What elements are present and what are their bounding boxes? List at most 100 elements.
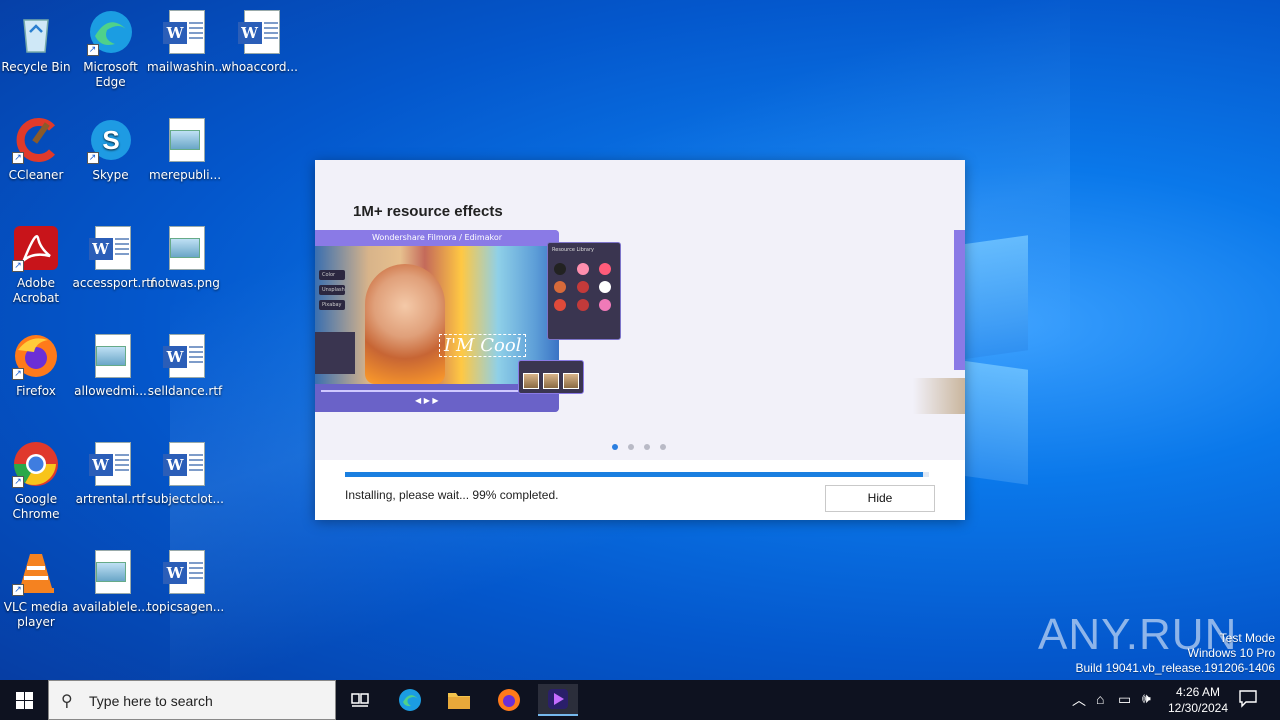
desktop-icon[interactable]: notwas.png xyxy=(147,224,223,291)
network-adapter-icon[interactable]: ⌂ xyxy=(1096,691,1104,707)
task-view-button[interactable] xyxy=(340,684,380,716)
mock-library-title: Resource Library xyxy=(552,247,595,253)
search-placeholder: Type here to search xyxy=(89,693,213,709)
network-icon[interactable]: ▭ xyxy=(1118,691,1131,708)
installer-app-icon xyxy=(548,689,568,709)
sticker-icon xyxy=(554,263,566,275)
word-doc-icon: W xyxy=(87,224,135,272)
shortcut-arrow-icon: ↗ xyxy=(12,476,24,488)
word-doc-icon: W xyxy=(161,332,209,380)
mock-side-item: Unsplash xyxy=(319,285,345,295)
mock-filter-popup xyxy=(518,360,584,394)
desktop-icon-label: artrental.rtf xyxy=(75,492,146,506)
clock-date: 12/30/2024 xyxy=(1167,701,1229,715)
carousel-dot[interactable] xyxy=(612,444,618,450)
chevron-up-icon[interactable]: ︿ xyxy=(1072,690,1086,710)
installer-carousel: 1M+ resource effects Wondershare Filmora… xyxy=(315,160,965,460)
mock-play-icon: ◀ ▶ ▶ xyxy=(415,396,439,405)
desktop-icon[interactable]: Wartrental.rtf xyxy=(73,440,149,507)
desktop-icon[interactable]: ↗ Microsoft Edge xyxy=(73,8,149,90)
hand-icon xyxy=(599,281,612,293)
taskbar-search-box[interactable]: ⚲ Type here to search xyxy=(48,680,336,720)
heart-icon xyxy=(599,263,612,275)
start-button[interactable] xyxy=(0,680,48,720)
recycle-bin-icon xyxy=(12,8,60,56)
desktop-icon[interactable]: Waccessport.rtf xyxy=(73,224,155,291)
desktop-icon[interactable]: ↗ CCleaner xyxy=(0,116,74,183)
desktop-icon[interactable]: Recycle Bin xyxy=(0,8,74,75)
install-progress-bar xyxy=(345,472,929,477)
image-file-icon xyxy=(161,224,209,272)
desktop-icon-label: topicsagen... xyxy=(147,600,225,614)
word-doc-icon: W xyxy=(161,548,209,596)
taskbar-installer-app[interactable] xyxy=(538,684,578,716)
mock-sticker-grid xyxy=(554,263,618,311)
desktop-icon[interactable]: S ↗ Skype xyxy=(73,116,149,183)
desktop-icon-label: notwas.png xyxy=(150,276,220,290)
slide-title: 1M+ resource effects xyxy=(353,203,503,220)
desktop-icon[interactable]: Wsubjectclot... xyxy=(147,440,224,507)
edge-icon: ↗ xyxy=(86,8,135,56)
desktop-icon-label: Recycle Bin xyxy=(1,60,71,74)
next-slide-peek xyxy=(954,230,965,370)
filter-thumb xyxy=(523,373,539,389)
taskbar-edge[interactable] xyxy=(390,684,430,716)
wallpaper-windows-logo xyxy=(960,235,1030,485)
desktop-icon[interactable]: ↗ VLC media player xyxy=(0,548,74,630)
desktop-icon-label: availablele... xyxy=(72,600,149,614)
svg-text:S: S xyxy=(102,125,119,155)
desktop-icon-label: Skype xyxy=(92,168,129,182)
build-line: Build 19041.vb_release.191206-1406 xyxy=(1075,661,1276,675)
word-doc-icon: W xyxy=(87,440,135,488)
desktop-icon[interactable]: ↗ Firefox xyxy=(0,332,74,399)
word-doc-icon: W xyxy=(161,8,209,56)
desktop-icon[interactable]: allowedmi... xyxy=(73,332,149,399)
firefox-icon xyxy=(498,689,520,711)
desktop-icon[interactable]: Wtopicsagen... xyxy=(147,548,225,615)
task-view-icon xyxy=(351,693,369,707)
carousel-dot[interactable] xyxy=(660,444,666,450)
shortcut-arrow-icon: ↗ xyxy=(12,152,24,164)
shortcut-arrow-icon: ↗ xyxy=(86,44,99,56)
desktop-icon-label: merepubli... xyxy=(148,168,222,182)
mock-thumbnail-panel xyxy=(315,332,355,374)
taskbar-firefox[interactable] xyxy=(489,684,529,716)
desktop-icon[interactable]: merepubli... xyxy=(147,116,223,183)
desktop-icon[interactable]: ↗ Adobe Acrobat xyxy=(0,224,74,306)
filter-thumb xyxy=(563,373,579,389)
test-mode-line: Test Mode xyxy=(1219,631,1275,645)
desktop-icon-label: allowedmi... xyxy=(74,384,147,398)
installer-footer: Installing, please wait... 99% completed… xyxy=(315,460,965,520)
edge-icon xyxy=(399,689,421,711)
hide-button[interactable]: Hide xyxy=(825,485,935,512)
taskbar-file-explorer[interactable] xyxy=(439,684,479,716)
desktop-icon-label: CCleaner xyxy=(8,168,64,182)
desktop-icon[interactable]: ↗ Google Chrome xyxy=(0,440,74,522)
mock-side-item: Color xyxy=(319,270,345,280)
desktop-icon[interactable]: Wmailwashin... xyxy=(147,8,226,75)
next-slide-peek-thumb xyxy=(913,378,965,414)
carousel-dot[interactable] xyxy=(628,444,634,450)
desktop-icon-label: Firefox xyxy=(16,384,56,398)
image-file-icon xyxy=(87,548,135,596)
notification-icon xyxy=(1239,690,1257,708)
desktop-icon-label: Google Chrome xyxy=(12,492,60,521)
volume-icon[interactable]: 🕪 xyxy=(1142,690,1151,707)
install-status-text: Installing, please wait... 99% completed… xyxy=(345,488,559,502)
taskbar-clock[interactable]: 4:26 AM 12/30/2024 xyxy=(1160,684,1236,716)
mock-app-title: Wondershare Filmora / Edimakor xyxy=(315,230,559,246)
acrobat-icon: ↗ xyxy=(12,224,60,272)
desktop-icon[interactable]: availablele... xyxy=(73,548,149,615)
desktop-icon[interactable]: Wselldance.rtf xyxy=(147,332,223,399)
vlc-icon: ↗ xyxy=(12,548,60,596)
notification-center-button[interactable] xyxy=(1238,688,1260,710)
desktop-icon[interactable]: Wwhoaccord... xyxy=(222,8,298,75)
desktop-icon-label: Microsoft Edge xyxy=(83,60,138,89)
carousel-dots xyxy=(612,444,666,450)
clock-time: 4:26 AM xyxy=(1175,685,1221,699)
image-file-icon xyxy=(87,332,135,380)
mock-side-item: Pixabay xyxy=(319,300,345,310)
taskbar: ⚲ Type here to search ︿ ⌂ ▭ 🕪 4:26 AM 12… xyxy=(0,680,1280,720)
sticker-icon xyxy=(599,299,612,311)
carousel-dot[interactable] xyxy=(644,444,650,450)
